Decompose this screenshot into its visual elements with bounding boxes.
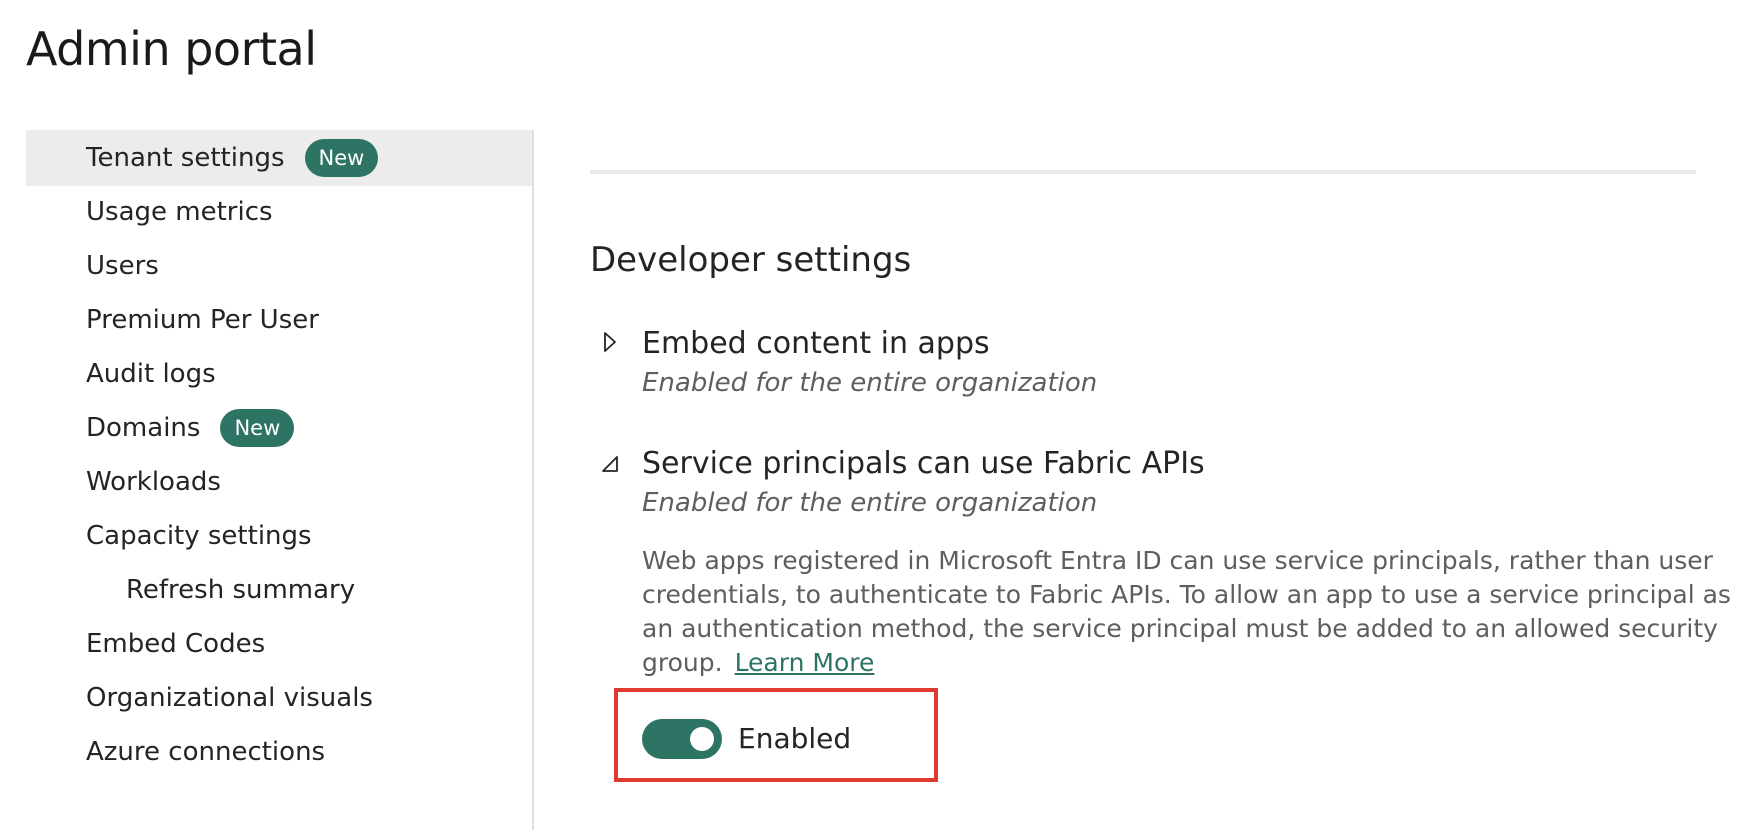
sidebar-item-label: Capacity settings	[86, 521, 312, 551]
sidebar-item-azure-connections[interactable]: Azure connections	[26, 724, 532, 780]
toggle-label: Enabled	[738, 722, 852, 755]
page-title: Admin portal	[26, 22, 317, 76]
sidebar-item-label: Premium Per User	[86, 305, 319, 335]
chevron-right-icon[interactable]	[598, 330, 622, 354]
enabled-toggle[interactable]	[642, 719, 722, 759]
toggle-knob	[690, 727, 714, 751]
sidebar-item-refresh-summary[interactable]: Refresh summary	[26, 562, 532, 618]
sidebar-item-users[interactable]: Users	[26, 238, 532, 294]
sidebar-item-label: Workloads	[86, 467, 221, 497]
learn-more-link[interactable]: Learn More	[735, 648, 875, 677]
section-divider	[590, 170, 1696, 174]
sidebar-item-capacity-settings[interactable]: Capacity settings	[26, 508, 532, 564]
setting-status: Enabled for the entire organization	[642, 368, 1098, 398]
sidebar-item-label: Usage metrics	[86, 197, 273, 227]
new-badge: New	[304, 139, 379, 177]
chevron-down-icon[interactable]	[598, 452, 622, 476]
sidebar-item-label: Domains	[86, 413, 201, 443]
sidebar-item-premium-per-user[interactable]: Premium Per User	[26, 292, 532, 348]
sidebar-item-audit-logs[interactable]: Audit logs	[26, 346, 532, 402]
setting-title-service-principals[interactable]: Service principals can use Fabric APIs	[642, 446, 1205, 481]
sidebar-item-workloads[interactable]: Workloads	[26, 454, 532, 510]
sidebar-item-label: Tenant settings	[86, 143, 285, 173]
sidebar-item-domains[interactable]: Domains New	[26, 400, 532, 456]
section-title: Developer settings	[590, 240, 912, 280]
sidebar-item-label: Users	[86, 251, 159, 281]
sidebar-item-label: Organizational visuals	[86, 683, 373, 713]
setting-title-embed-content[interactable]: Embed content in apps	[642, 326, 990, 361]
admin-sidebar: Tenant settings New Usage metrics Users …	[26, 130, 534, 830]
setting-description: Web apps registered in Microsoft Entra I…	[642, 544, 1742, 680]
setting-status: Enabled for the entire organization	[642, 488, 1098, 518]
sidebar-item-usage-metrics[interactable]: Usage metrics	[26, 184, 532, 240]
sidebar-item-label: Audit logs	[86, 359, 216, 389]
sidebar-item-label: Azure connections	[86, 737, 326, 767]
sidebar-item-embed-codes[interactable]: Embed Codes	[26, 616, 532, 672]
sidebar-item-label: Refresh summary	[126, 575, 356, 605]
new-badge: New	[220, 409, 295, 447]
sidebar-item-tenant-settings[interactable]: Tenant settings New	[26, 130, 532, 186]
sidebar-item-organizational-visuals[interactable]: Organizational visuals	[26, 670, 532, 726]
sidebar-item-label: Embed Codes	[86, 629, 266, 659]
